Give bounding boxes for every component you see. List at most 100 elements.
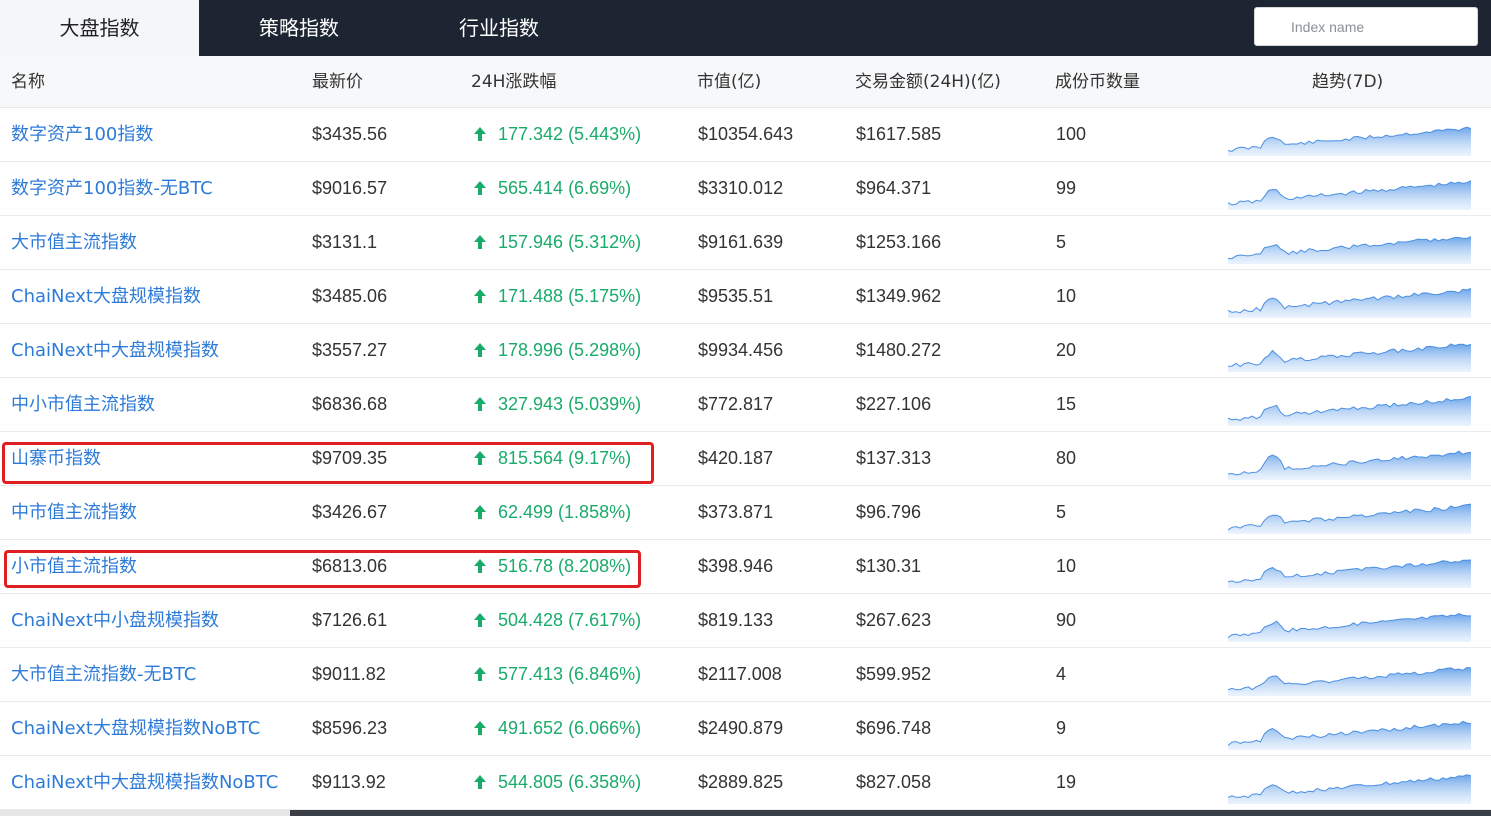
index-name-link[interactable]: 数字资产100指数-无BTC [11,162,213,215]
trend-sparkline [1228,774,1471,804]
table-row[interactable]: 小市值主流指数 $6813.06 516.78 (8.208%) $398.946 $1… [0,540,1491,594]
price-value: $3131.1 [312,232,378,252]
up-arrow-icon [474,559,486,573]
trend-sparkline [1228,395,1471,426]
column-header-change[interactable]: 24H涨跌幅 [471,56,556,108]
price-value: $3426.67 [312,502,388,522]
trend-sparkline [1228,236,1471,264]
index-name-link[interactable]: 大市值主流指数-无BTC [11,648,196,701]
index-name-link[interactable]: 中市值主流指数 [11,486,137,539]
column-header-name[interactable]: 名称 [11,56,45,108]
index-name-link[interactable]: 小市值主流指数 [11,540,137,593]
table-header: 名称 最新价 24H涨跌幅 市值(亿) 交易金额(24H)(亿) 成份币数量 趋… [0,56,1491,108]
constituent-count-value: 99 [1056,178,1077,198]
up-arrow-icon [474,451,486,465]
volume-value: $137.313 [856,448,932,468]
market-cap-value: $373.871 [698,502,774,522]
up-arrow-icon [474,127,486,141]
change-value: 177.342 (5.443%) [498,124,642,144]
trend-sparkline [1228,503,1471,534]
table-row[interactable]: 山寨币指数 $9709.35 815.564 (9.17%) $420.187 $137… [0,432,1491,486]
trend-sparkline [1228,666,1471,696]
price-value: $9113.92 [312,772,386,792]
index-name-link[interactable]: ChaiNext大盘规模指数 [11,270,201,323]
change-value: 62.499 (1.858%) [498,502,632,522]
constituent-count-value: 10 [1056,556,1077,576]
up-arrow-icon [474,613,486,627]
table-row[interactable]: 中小市值主流指数 $6836.68 327.943 (5.039%) $772.817… [0,378,1491,432]
index-name-link[interactable]: 数字资产100指数 [11,108,153,161]
horizontal-scrollbar[interactable] [0,810,1491,816]
constituent-count-value: 15 [1056,394,1077,414]
table-row[interactable]: 大市值主流指数 $3131.1 157.946 (5.312%) $9161.639 $… [0,216,1491,270]
column-header-volume[interactable]: 交易金额(24H)(亿) [855,56,1001,108]
up-arrow-icon [474,397,486,411]
price-value: $8596.23 [312,718,388,738]
market-cap-value: $2117.008 [698,664,782,684]
index-name-link[interactable]: ChaiNext大盘规模指数NoBTC [11,702,260,755]
index-name-link[interactable]: 大市值主流指数 [11,216,137,269]
market-cap-value: $9535.51 [698,286,774,306]
table-row[interactable]: ChaiNext中大盘规模指数NoBTC $9113.92 544.805 (6.3… [0,756,1491,810]
up-arrow-icon [474,235,486,249]
tab-industry-index[interactable]: 行业指数 [399,0,599,56]
up-arrow-icon [474,289,486,303]
constituent-count-value: 90 [1056,610,1077,630]
constituent-count-value: 9 [1056,718,1067,738]
market-cap-value: $3310.012 [698,178,784,198]
price-value: $7126.61 [312,610,388,630]
constituent-count-value: 100 [1056,124,1087,144]
constituent-count-value: 20 [1056,340,1077,360]
volume-value: $599.952 [856,664,932,684]
column-header-market-cap[interactable]: 市值(亿) [697,56,761,108]
trend-sparkline [1228,180,1471,210]
table-row[interactable]: 中市值主流指数 $3426.67 62.499 (1.858%) $373.871 $9… [0,486,1491,540]
table-row[interactable]: ChaiNext大盘规模指数 $3485.06 171.488 (5.175%) $9… [0,270,1491,324]
volume-value: $964.371 [856,178,932,198]
trend-sparkline [1228,720,1471,750]
index-search-input[interactable] [1254,7,1478,46]
up-arrow-icon [474,721,486,735]
constituent-count-value: 80 [1056,448,1077,468]
volume-value: $827.058 [856,772,932,792]
volume-value: $96.796 [856,502,922,522]
trend-sparkline [1228,559,1471,588]
index-name-link[interactable]: 山寨币指数 [11,432,101,485]
market-cap-value: $9934.456 [698,340,784,360]
market-cap-value: $9161.639 [698,232,784,252]
up-arrow-icon [474,505,486,519]
tab-strategy-index[interactable]: 策略指数 [199,0,399,56]
index-name-link[interactable]: ChaiNext中大盘规模指数NoBTC [11,756,278,809]
column-header-price[interactable]: 最新价 [312,56,363,108]
tab-market-index[interactable]: 大盘指数 [0,0,199,56]
scrollbar-thumb[interactable] [290,810,1491,816]
trend-sparkline [1228,612,1471,642]
trend-sparkline [1228,288,1471,318]
index-name-link[interactable]: ChaiNext中小盘规模指数 [11,594,219,647]
table-row[interactable]: ChaiNext中大盘规模指数 $3557.27 178.996 (5.298%) $… [0,324,1491,378]
table-row[interactable]: ChaiNext大盘规模指数NoBTC $8596.23 491.652 (6.06… [0,702,1491,756]
price-value: $3557.27 [312,340,388,360]
volume-value: $227.106 [856,394,932,414]
constituent-count-value: 4 [1056,664,1067,684]
table-row[interactable]: ChaiNext中小盘规模指数 $7126.61 504.428 (7.617%) $… [0,594,1491,648]
trend-sparkline [1228,450,1471,480]
change-value: 491.652 (6.066%) [498,718,642,738]
table-row[interactable]: 数字资产100指数 $3435.56 177.342 (5.443%) $10354.… [0,108,1491,162]
price-value: $9016.57 [312,178,388,198]
volume-value: $267.623 [856,610,932,630]
price-value: $9709.35 [312,448,388,468]
trend-sparkline [1228,126,1471,156]
table-row[interactable]: 数字资产100指数-无BTC $9016.57 565.414 (6.69%) $33… [0,162,1491,216]
index-name-link[interactable]: ChaiNext中大盘规模指数 [11,324,219,377]
column-header-constituent-count[interactable]: 成份币数量 [1055,56,1140,108]
price-value: $3435.56 [312,124,388,144]
table-row[interactable]: 大市值主流指数-无BTC $9011.82 577.413 (6.846%) $211… [0,648,1491,702]
change-value: 815.564 (9.17%) [498,448,632,468]
price-value: $3485.06 [312,286,388,306]
change-value: 516.78 (8.208%) [498,556,632,576]
index-name-link[interactable]: 中小市值主流指数 [11,378,155,431]
change-value: 504.428 (7.617%) [498,610,642,630]
change-value: 544.805 (6.358%) [498,772,642,792]
constituent-count-value: 5 [1056,502,1067,522]
